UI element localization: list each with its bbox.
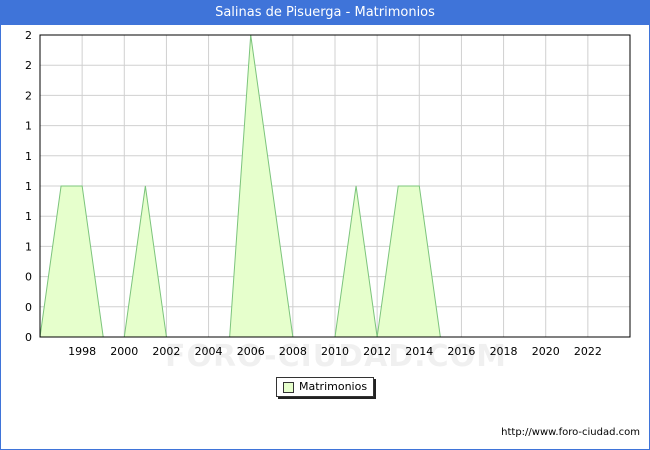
source-url: http://www.foro-ciudad.com [501, 427, 640, 438]
y-tick-label: 2 [25, 89, 32, 102]
y-tick-label: 1 [25, 210, 32, 223]
y-tick-label: 2 [25, 29, 32, 42]
y-tick-label: 1 [25, 180, 32, 193]
x-tick-label: 2018 [490, 345, 518, 358]
y-axis: 0 0 0 1 1 1 1 1 2 2 2 [25, 29, 32, 344]
x-tick-label: 2020 [532, 345, 560, 358]
y-tick-label: 1 [25, 240, 32, 253]
x-tick-label: 2014 [405, 345, 433, 358]
legend-label: Matrimonios [299, 380, 368, 393]
grid-layer [40, 35, 630, 337]
x-tick-label: 2010 [321, 345, 349, 358]
x-tick-label: 2006 [237, 345, 265, 358]
x-tick-label: 2000 [110, 345, 138, 358]
x-tick-label: 1998 [68, 345, 96, 358]
x-tick-label: 2022 [574, 345, 602, 358]
y-tick-label: 1 [25, 120, 32, 133]
y-tick-label: 0 [25, 331, 32, 344]
x-tick-label: 2004 [195, 345, 223, 358]
x-tick-label: 2002 [152, 345, 180, 358]
y-tick-label: 0 [25, 271, 32, 284]
x-axis: 1998 2000 2002 2004 2006 2008 2010 2012 2014 2016… [68, 345, 602, 358]
y-tick-label: 0 [25, 301, 32, 314]
legend-swatch [283, 382, 294, 393]
x-tick-label: 2016 [447, 345, 475, 358]
y-tick-label: 2 [25, 59, 32, 72]
legend: Matrimonios [276, 377, 374, 397]
x-tick-label: 2012 [363, 345, 391, 358]
x-tick-label: 2008 [279, 345, 307, 358]
y-tick-label: 1 [25, 150, 32, 163]
